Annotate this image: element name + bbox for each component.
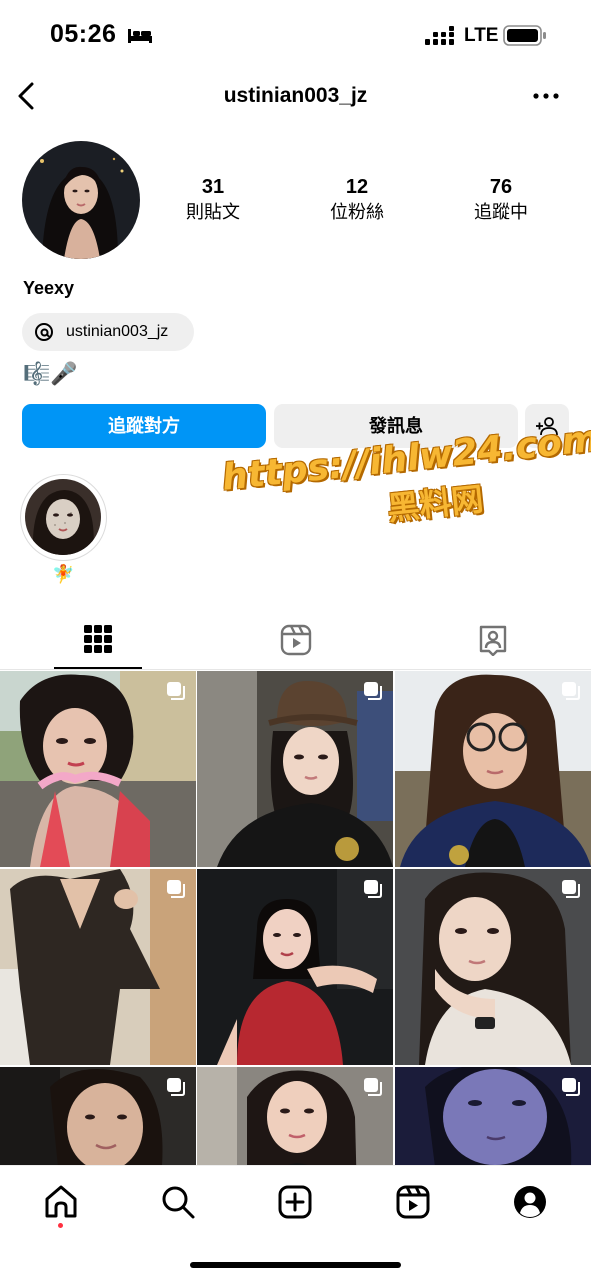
post-thumbnail[interactable] <box>395 869 591 1065</box>
multiple-photos-icon <box>562 682 580 700</box>
search-icon <box>162 1186 195 1219</box>
following-label: 追蹤中 <box>474 202 528 222</box>
nav-home[interactable] <box>41 1182 81 1222</box>
network-label: LTE <box>464 25 499 46</box>
multiple-photos-icon <box>562 880 580 898</box>
threads-icon <box>35 323 53 341</box>
more-icon[interactable] <box>530 84 562 108</box>
tagged-icon <box>479 625 507 656</box>
multiple-photos-icon <box>364 880 382 898</box>
profile-username: ustinian003_jz <box>223 84 368 107</box>
post-thumbnail[interactable] <box>395 671 591 867</box>
followers-label: 位粉絲 <box>330 202 384 222</box>
tab-tagged[interactable] <box>394 612 591 669</box>
post-thumbnail[interactable] <box>395 1067 591 1165</box>
stat-posts[interactable]: 31 則貼文 <box>158 175 268 224</box>
tab-posts-grid[interactable] <box>0 612 197 669</box>
tab-reels[interactable] <box>197 612 394 669</box>
status-time: 05:26 <box>50 20 117 48</box>
post-thumbnail[interactable] <box>0 1067 196 1165</box>
multiple-photos-icon <box>167 880 185 898</box>
profile-icon <box>514 1186 546 1218</box>
highlight-cover <box>25 479 101 555</box>
profile-avatar[interactable] <box>22 141 140 259</box>
post-thumbnail[interactable] <box>197 869 393 1065</box>
threads-badge[interactable]: ustinian003_jz <box>22 313 194 351</box>
notification-dot <box>58 1223 63 1228</box>
grid-icon <box>84 625 112 653</box>
stat-followers[interactable]: 12 位粉絲 <box>302 175 412 224</box>
posts-count: 31 <box>201 176 225 198</box>
posts-grid <box>0 671 591 1165</box>
follow-button[interactable]: 追蹤對方 <box>22 404 266 448</box>
multiple-photos-icon <box>562 1078 580 1096</box>
stat-following[interactable]: 76 追蹤中 <box>446 175 556 224</box>
posts-label: 則貼文 <box>186 202 240 222</box>
signal-icon <box>425 26 454 45</box>
multiple-photos-icon <box>167 1078 185 1096</box>
multiple-photos-icon <box>364 682 382 700</box>
multiple-photos-icon <box>167 682 185 700</box>
multiple-photos-icon <box>364 1078 382 1096</box>
highlight-label: 🧚 <box>52 564 75 584</box>
post-thumbnail[interactable] <box>0 671 196 867</box>
threads-handle: ustinian003_jz <box>66 323 169 340</box>
profile-tabs <box>0 612 591 670</box>
profile-bio: 🎼🎤 <box>23 361 78 386</box>
followers-count: 12 <box>345 176 369 198</box>
post-thumbnail[interactable] <box>197 671 393 867</box>
create-icon <box>278 1185 312 1219</box>
bed-icon <box>128 29 152 43</box>
battery-icon <box>503 25 546 46</box>
post-thumbnail[interactable] <box>0 869 196 1065</box>
reels-icon <box>280 624 312 656</box>
nav-reels[interactable] <box>393 1182 433 1222</box>
following-count: 76 <box>489 176 513 198</box>
post-thumbnail[interactable] <box>197 1067 393 1165</box>
nav-create[interactable] <box>275 1182 315 1222</box>
nav-search[interactable] <box>158 1182 198 1222</box>
reels-icon <box>396 1185 430 1219</box>
selected-tab-indicator <box>54 667 142 669</box>
display-name: Yeexy <box>23 278 75 298</box>
home-icon <box>45 1185 77 1218</box>
profile-header: ustinian003_jz <box>0 70 591 122</box>
story-highlight[interactable] <box>20 474 107 561</box>
bottom-navigation <box>0 1165 591 1280</box>
status-bar: 05:26 LTE <box>0 0 591 70</box>
home-indicator <box>190 1262 401 1268</box>
nav-profile[interactable] <box>510 1182 550 1222</box>
